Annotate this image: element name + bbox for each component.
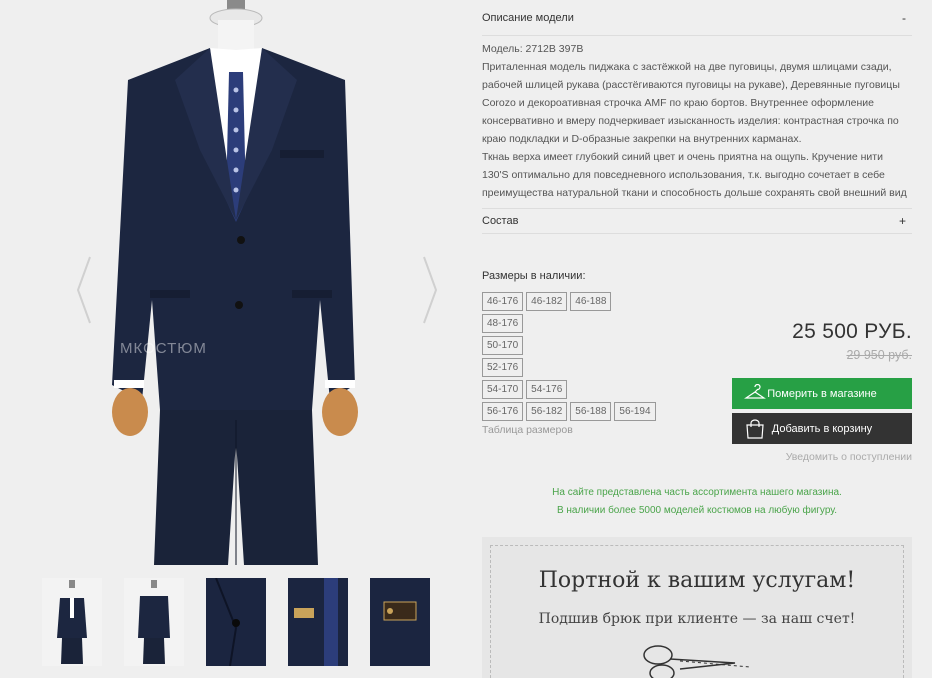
thumbnail-button-detail[interactable]: [206, 578, 266, 666]
size-option[interactable]: 56-188: [570, 402, 612, 421]
size-option[interactable]: 46-182: [526, 292, 568, 311]
thumbnail-strip: [42, 578, 430, 666]
photo-watermark: МКОСТЮМ: [120, 340, 207, 357]
try-in-store-button[interactable]: Померить в магазине: [732, 378, 912, 409]
composition-accordion-header[interactable]: Состав +: [482, 209, 912, 234]
size-option[interactable]: 56-182: [526, 402, 568, 421]
gallery-prev-button[interactable]: [74, 255, 94, 325]
description-accordion-header[interactable]: Описание модели -: [482, 0, 912, 36]
thumbnail-tie-detail[interactable]: [288, 578, 348, 666]
tailor-promo-banner: Портной к вашим услугам! Подшив брюк при…: [482, 537, 912, 678]
promo-title: Портной к вашим услугам!: [538, 568, 856, 593]
description-body: Модель: 2712B 397B Приталенная модель пи…: [482, 36, 912, 209]
product-gallery: МКОСТЮМ: [0, 0, 460, 678]
description-paragraph: Приталенная модель пиджака с застёжкой н…: [482, 61, 900, 145]
hanger-icon: [744, 384, 766, 399]
notice-line: В наличии более 5000 моделей костюмов на…: [556, 505, 838, 516]
description-paragraph: Ткнаь верха имеет глубокий синий цвет и …: [482, 151, 907, 199]
composition-accordion-label: Состав: [482, 215, 519, 227]
size-option[interactable]: 56-194: [614, 402, 656, 421]
size-row: 46-176 46-182 46-188: [482, 292, 912, 311]
product-page: МКОСТЮМ Описание модели - Модель: 2712B …: [0, 0, 932, 678]
chevron-left-icon: [76, 256, 91, 324]
product-info: Описание модели - Модель: 2712B 397B При…: [482, 0, 912, 678]
add-to-cart-label: Добавить в корзину: [771, 422, 873, 435]
main-product-photo[interactable]: МКОСТЮМ: [0, 0, 460, 565]
size-option[interactable]: 56-176: [482, 402, 524, 421]
size-option[interactable]: 54-170: [482, 380, 524, 399]
size-option[interactable]: 46-176: [482, 292, 524, 311]
shopping-bag-icon: [746, 419, 764, 439]
notify-on-arrival-link[interactable]: Уведомить о поступлении: [786, 451, 912, 463]
notice-line: На сайте представлена часть ассортимента…: [552, 487, 842, 498]
thumbnail-back-view[interactable]: [124, 578, 184, 666]
size-option[interactable]: 52-176: [482, 358, 524, 377]
size-option[interactable]: 50-170: [482, 336, 524, 355]
suit-photo-illustration: [112, 0, 358, 565]
add-to-cart-button[interactable]: Добавить в корзину: [732, 413, 912, 444]
gallery-next-button[interactable]: [420, 255, 440, 325]
thumbnail-front-view[interactable]: [42, 578, 102, 666]
old-price: 29 950 руб.: [846, 348, 912, 362]
assortment-notice: На сайте представлена часть ассортимента…: [482, 484, 912, 520]
size-option[interactable]: 46-188: [570, 292, 612, 311]
chevron-right-icon: [423, 256, 438, 324]
thumbnail-label-detail[interactable]: [370, 578, 430, 666]
price-block: 25 500 РУБ. 29 950 руб.: [732, 320, 912, 362]
sizes-title: Размеры в наличии:: [482, 270, 586, 282]
promo-subtitle: Подшив брюк при клиенте — за наш счет!: [538, 611, 856, 627]
try-in-store-label: Померить в магазине: [767, 387, 877, 400]
size-option[interactable]: 48-176: [482, 314, 524, 333]
description-accordion-label: Описание модели: [482, 11, 574, 24]
scissors-icon: [643, 645, 751, 678]
expand-icon: +: [898, 214, 906, 228]
size-option[interactable]: 54-176: [526, 380, 568, 399]
model-number: Модель: 2712B 397B: [482, 43, 584, 55]
collapse-icon: -: [902, 10, 906, 25]
current-price: 25 500 РУБ.: [792, 320, 912, 343]
